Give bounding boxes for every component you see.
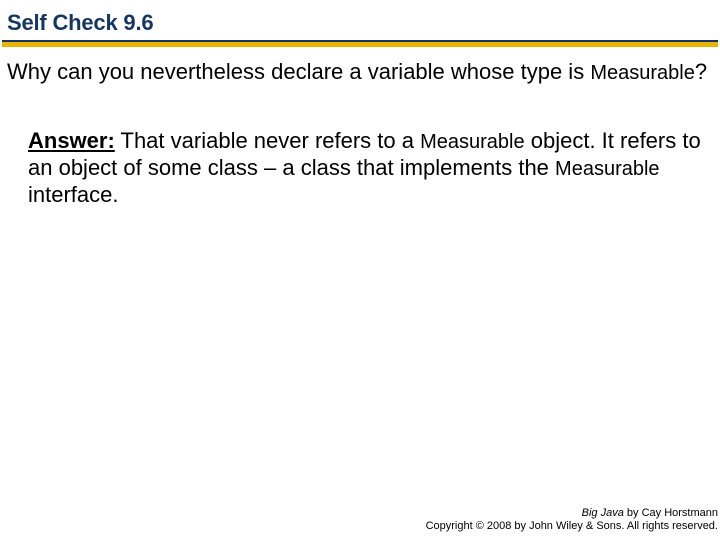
question-text: Why can you nevertheless declare a varia… [7, 58, 713, 86]
slide: Self Check 9.6 Why can you nevertheless … [0, 0, 720, 540]
answer-part1: That variable never refers to a [115, 128, 420, 153]
footer-line1: Big Java by Cay Horstmann [426, 507, 718, 521]
footer-copyright: Copyright © 2008 by John Wiley & Sons. A… [426, 520, 718, 534]
footer-book: Big Java [582, 507, 624, 519]
answer-part3: interface. [28, 182, 119, 207]
footer: Big Java by Cay Horstmann Copyright © 20… [426, 507, 718, 535]
answer-label: Answer: [28, 128, 115, 153]
answer-code2: Measurable [555, 158, 660, 180]
question-pre: Why can you nevertheless declare a varia… [7, 59, 590, 84]
footer-byline: by Cay Horstmann [624, 507, 718, 519]
page-title: Self Check 9.6 [7, 10, 153, 36]
answer-code1: Measurable [420, 131, 525, 153]
question-code: Measurable [590, 62, 695, 84]
answer-text: Answer: That variable never refers to a … [28, 128, 702, 208]
question-post: ? [695, 59, 707, 84]
divider-gold [2, 42, 718, 47]
